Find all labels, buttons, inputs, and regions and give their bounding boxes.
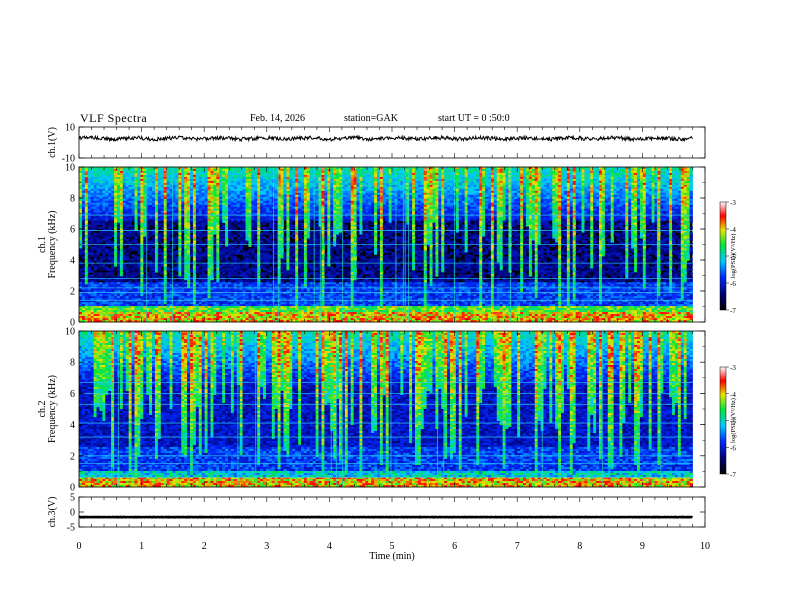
ch1-waveform-trace <box>79 136 692 141</box>
y-axis-label: ch.1(V) <box>47 127 58 158</box>
ch1-spectrogram-image <box>79 167 693 322</box>
y-tick-label: 10 <box>65 123 75 134</box>
vlf-spectra-figure: 10-10ch.1(V)0246810ch.1 Frequency (kHz)02… <box>0 0 792 612</box>
